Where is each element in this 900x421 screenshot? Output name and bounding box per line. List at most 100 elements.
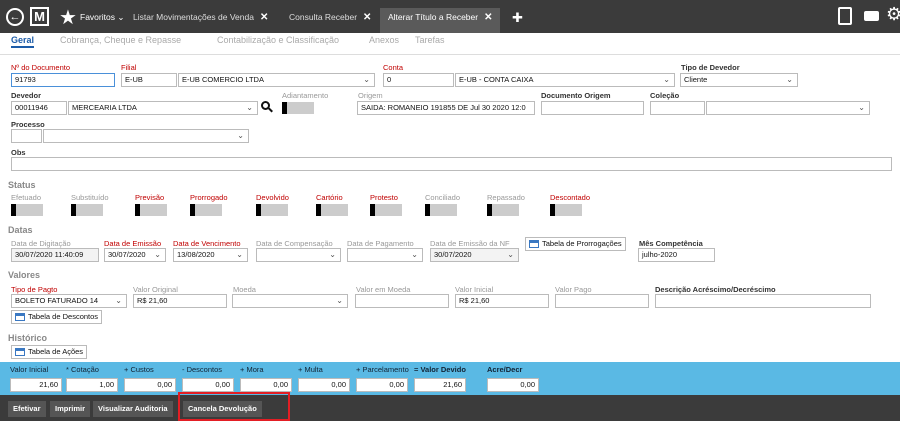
status-flag-label: Protesto bbox=[370, 193, 398, 202]
total-value-input[interactable]: 0,00 bbox=[182, 378, 234, 392]
subtab-anexos[interactable]: Anexos bbox=[369, 35, 399, 45]
star-icon[interactable]: ★ bbox=[59, 5, 77, 30]
data-digitacao-input[interactable]: 30/07/2020 11:40:09 bbox=[11, 248, 99, 262]
clipboard-icon[interactable] bbox=[838, 7, 852, 25]
data-pagamento-input[interactable]: ⌄ bbox=[347, 248, 423, 262]
total-value-input[interactable]: 0,00 bbox=[240, 378, 292, 392]
add-tab-icon[interactable]: ✚ bbox=[512, 10, 523, 26]
colecao-code-input[interactable] bbox=[650, 101, 705, 115]
favorites-label: Favoritos bbox=[80, 12, 115, 22]
valores-section-title: Valores bbox=[8, 270, 41, 280]
status-flag-label: Prorrogado bbox=[190, 193, 228, 202]
documento-origem-label: Documento Origem bbox=[541, 91, 611, 100]
tabela-descontos-button[interactable]: Tabela de Descontos bbox=[11, 310, 103, 324]
status-flag-toggle[interactable] bbox=[316, 204, 348, 216]
tab-label: Listar Movimentações de Venda bbox=[133, 12, 254, 22]
data-emissao-nf-input[interactable]: 30/07/2020 ⌄ bbox=[430, 248, 519, 262]
status-flag-label: Cartório bbox=[316, 193, 343, 202]
total-label: + Multa bbox=[298, 365, 323, 374]
gear-icon[interactable]: ⚙ bbox=[886, 4, 900, 25]
devedor-select[interactable]: MERCEARIA LTDA ⌄ bbox=[68, 101, 258, 115]
status-flag-toggle[interactable] bbox=[425, 204, 457, 216]
tabela-acoes-button[interactable]: Tabela de Ações bbox=[11, 345, 88, 359]
moeda-label: Moeda bbox=[233, 285, 256, 294]
status-flag-toggle[interactable] bbox=[487, 204, 519, 216]
total-value-input[interactable]: 0,00 bbox=[298, 378, 350, 392]
subtab-cobranca[interactable]: Cobrança, Cheque e Repasse bbox=[60, 35, 181, 45]
status-flag-toggle[interactable] bbox=[190, 204, 222, 216]
total-value-input[interactable]: 21,60 bbox=[414, 378, 466, 392]
close-icon[interactable]: ✕ bbox=[484, 12, 492, 23]
efetivar-button[interactable]: Efetivar bbox=[8, 401, 46, 417]
imprimir-button[interactable]: Imprimir bbox=[50, 401, 91, 417]
conta-code-input[interactable]: 0 bbox=[383, 73, 454, 87]
total-label: + Parcelamento bbox=[356, 365, 409, 374]
devedor-code-input[interactable]: 00011946 bbox=[11, 101, 67, 115]
status-flag-toggle[interactable] bbox=[135, 204, 167, 216]
valor-original-input[interactable]: R$ 21,60 bbox=[133, 294, 227, 308]
valor-moeda-input[interactable] bbox=[355, 294, 449, 308]
tab-alterar-titulo[interactable]: Alterar Título a Receber ✕ bbox=[380, 8, 501, 33]
data-compensacao-input[interactable]: ⌄ bbox=[256, 248, 341, 262]
tipo-devedor-select[interactable]: Cliente ⌄ bbox=[680, 73, 798, 87]
processo-code-input[interactable] bbox=[11, 129, 42, 143]
conta-name: E-UB - CONTA CAIXA bbox=[459, 75, 534, 84]
chat-icon[interactable] bbox=[864, 11, 879, 21]
tabela-prorrogacoes-button[interactable]: Tabela de Prorrogações bbox=[525, 237, 626, 251]
status-flag-toggle[interactable] bbox=[11, 204, 43, 216]
status-flag-toggle[interactable] bbox=[550, 204, 582, 216]
filial-code-input[interactable]: E-UB bbox=[121, 73, 177, 87]
adiantamento-flag[interactable] bbox=[282, 102, 314, 114]
valor-inicial-input[interactable]: R$ 21,60 bbox=[455, 294, 549, 308]
total-label: = Valor Devido bbox=[414, 365, 466, 374]
total-value-input[interactable]: 1,00 bbox=[66, 378, 118, 392]
table-icon bbox=[15, 313, 25, 321]
chevron-down-icon: ⌄ bbox=[117, 12, 125, 22]
data-emissao-nf-value: 30/07/2020 bbox=[434, 250, 472, 259]
colecao-select[interactable]: ⌄ bbox=[706, 101, 870, 115]
mes-competencia-select[interactable]: julho-2020 bbox=[638, 248, 715, 262]
visualizar-auditoria-button[interactable]: Visualizar Auditoria bbox=[93, 401, 173, 417]
data-digitacao-label: Data de Digitação bbox=[11, 239, 71, 248]
conta-select[interactable]: E-UB - CONTA CAIXA ⌄ bbox=[455, 73, 675, 87]
obs-input[interactable] bbox=[11, 157, 892, 171]
data-vencimento-input[interactable]: 13/08/2020 ⌄ bbox=[173, 248, 248, 262]
total-value-input[interactable]: 21,60 bbox=[10, 378, 62, 392]
filial-select[interactable]: E-UB COMERCIO LTDA ⌄ bbox=[178, 73, 375, 87]
total-value-input[interactable]: 0,00 bbox=[356, 378, 408, 392]
total-value-input[interactable]: 0,00 bbox=[487, 378, 539, 392]
status-flag-toggle[interactable] bbox=[256, 204, 288, 216]
total-value-input[interactable]: 0,00 bbox=[124, 378, 176, 392]
app-logo[interactable]: M bbox=[30, 7, 49, 26]
highlight-box bbox=[178, 392, 290, 421]
valor-pago-input[interactable] bbox=[555, 294, 649, 308]
total-label: - Descontos bbox=[182, 365, 223, 374]
status-flag-toggle[interactable] bbox=[71, 204, 103, 216]
valor-pago-label: Valor Pago bbox=[555, 285, 592, 294]
tab-listar-movimentacoes[interactable]: Listar Movimentações de Venda ✕ bbox=[133, 8, 268, 33]
favorites-menu[interactable]: Favoritos ⌄ bbox=[80, 12, 124, 23]
status-flag-toggle[interactable] bbox=[370, 204, 402, 216]
origem-input[interactable]: SAIDA: ROMANEIO 191855 DE Jul 30 2020 12… bbox=[357, 101, 535, 115]
close-icon[interactable]: ✕ bbox=[363, 12, 371, 23]
data-emissao-value: 30/07/2020 bbox=[108, 250, 146, 259]
close-icon[interactable]: ✕ bbox=[260, 12, 268, 23]
num-documento-input[interactable]: 91793 bbox=[11, 73, 115, 87]
subtab-geral[interactable]: Geral bbox=[11, 35, 35, 48]
back-icon[interactable]: ← bbox=[6, 8, 24, 26]
documento-origem-input[interactable] bbox=[541, 101, 644, 115]
tipo-pagto-select[interactable]: BOLETO FATURADO 14 ⌄ bbox=[11, 294, 127, 308]
tab-consulta-receber[interactable]: Consulta Receber ✕ bbox=[289, 8, 371, 33]
total-label: Valor Inicial bbox=[10, 365, 49, 374]
descricao-acrescimo-input[interactable] bbox=[655, 294, 871, 308]
datas-section-title: Datas bbox=[8, 225, 33, 235]
moeda-select[interactable]: ⌄ bbox=[232, 294, 348, 308]
subtab-contabilizacao[interactable]: Contabilização e Classificação bbox=[217, 35, 339, 45]
tipo-pagto-value: BOLETO FATURADO 14 bbox=[15, 296, 99, 305]
subtab-tarefas[interactable]: Tarefas bbox=[415, 35, 445, 45]
processo-select[interactable]: ⌄ bbox=[43, 129, 249, 143]
action-footer: Efetivar Imprimir Visualizar Auditoria C… bbox=[0, 395, 900, 421]
data-vencimento-value: 13/08/2020 bbox=[177, 250, 215, 259]
data-emissao-input[interactable]: 30/07/2020 ⌄ bbox=[104, 248, 166, 262]
origem-label: Origem bbox=[358, 91, 383, 100]
